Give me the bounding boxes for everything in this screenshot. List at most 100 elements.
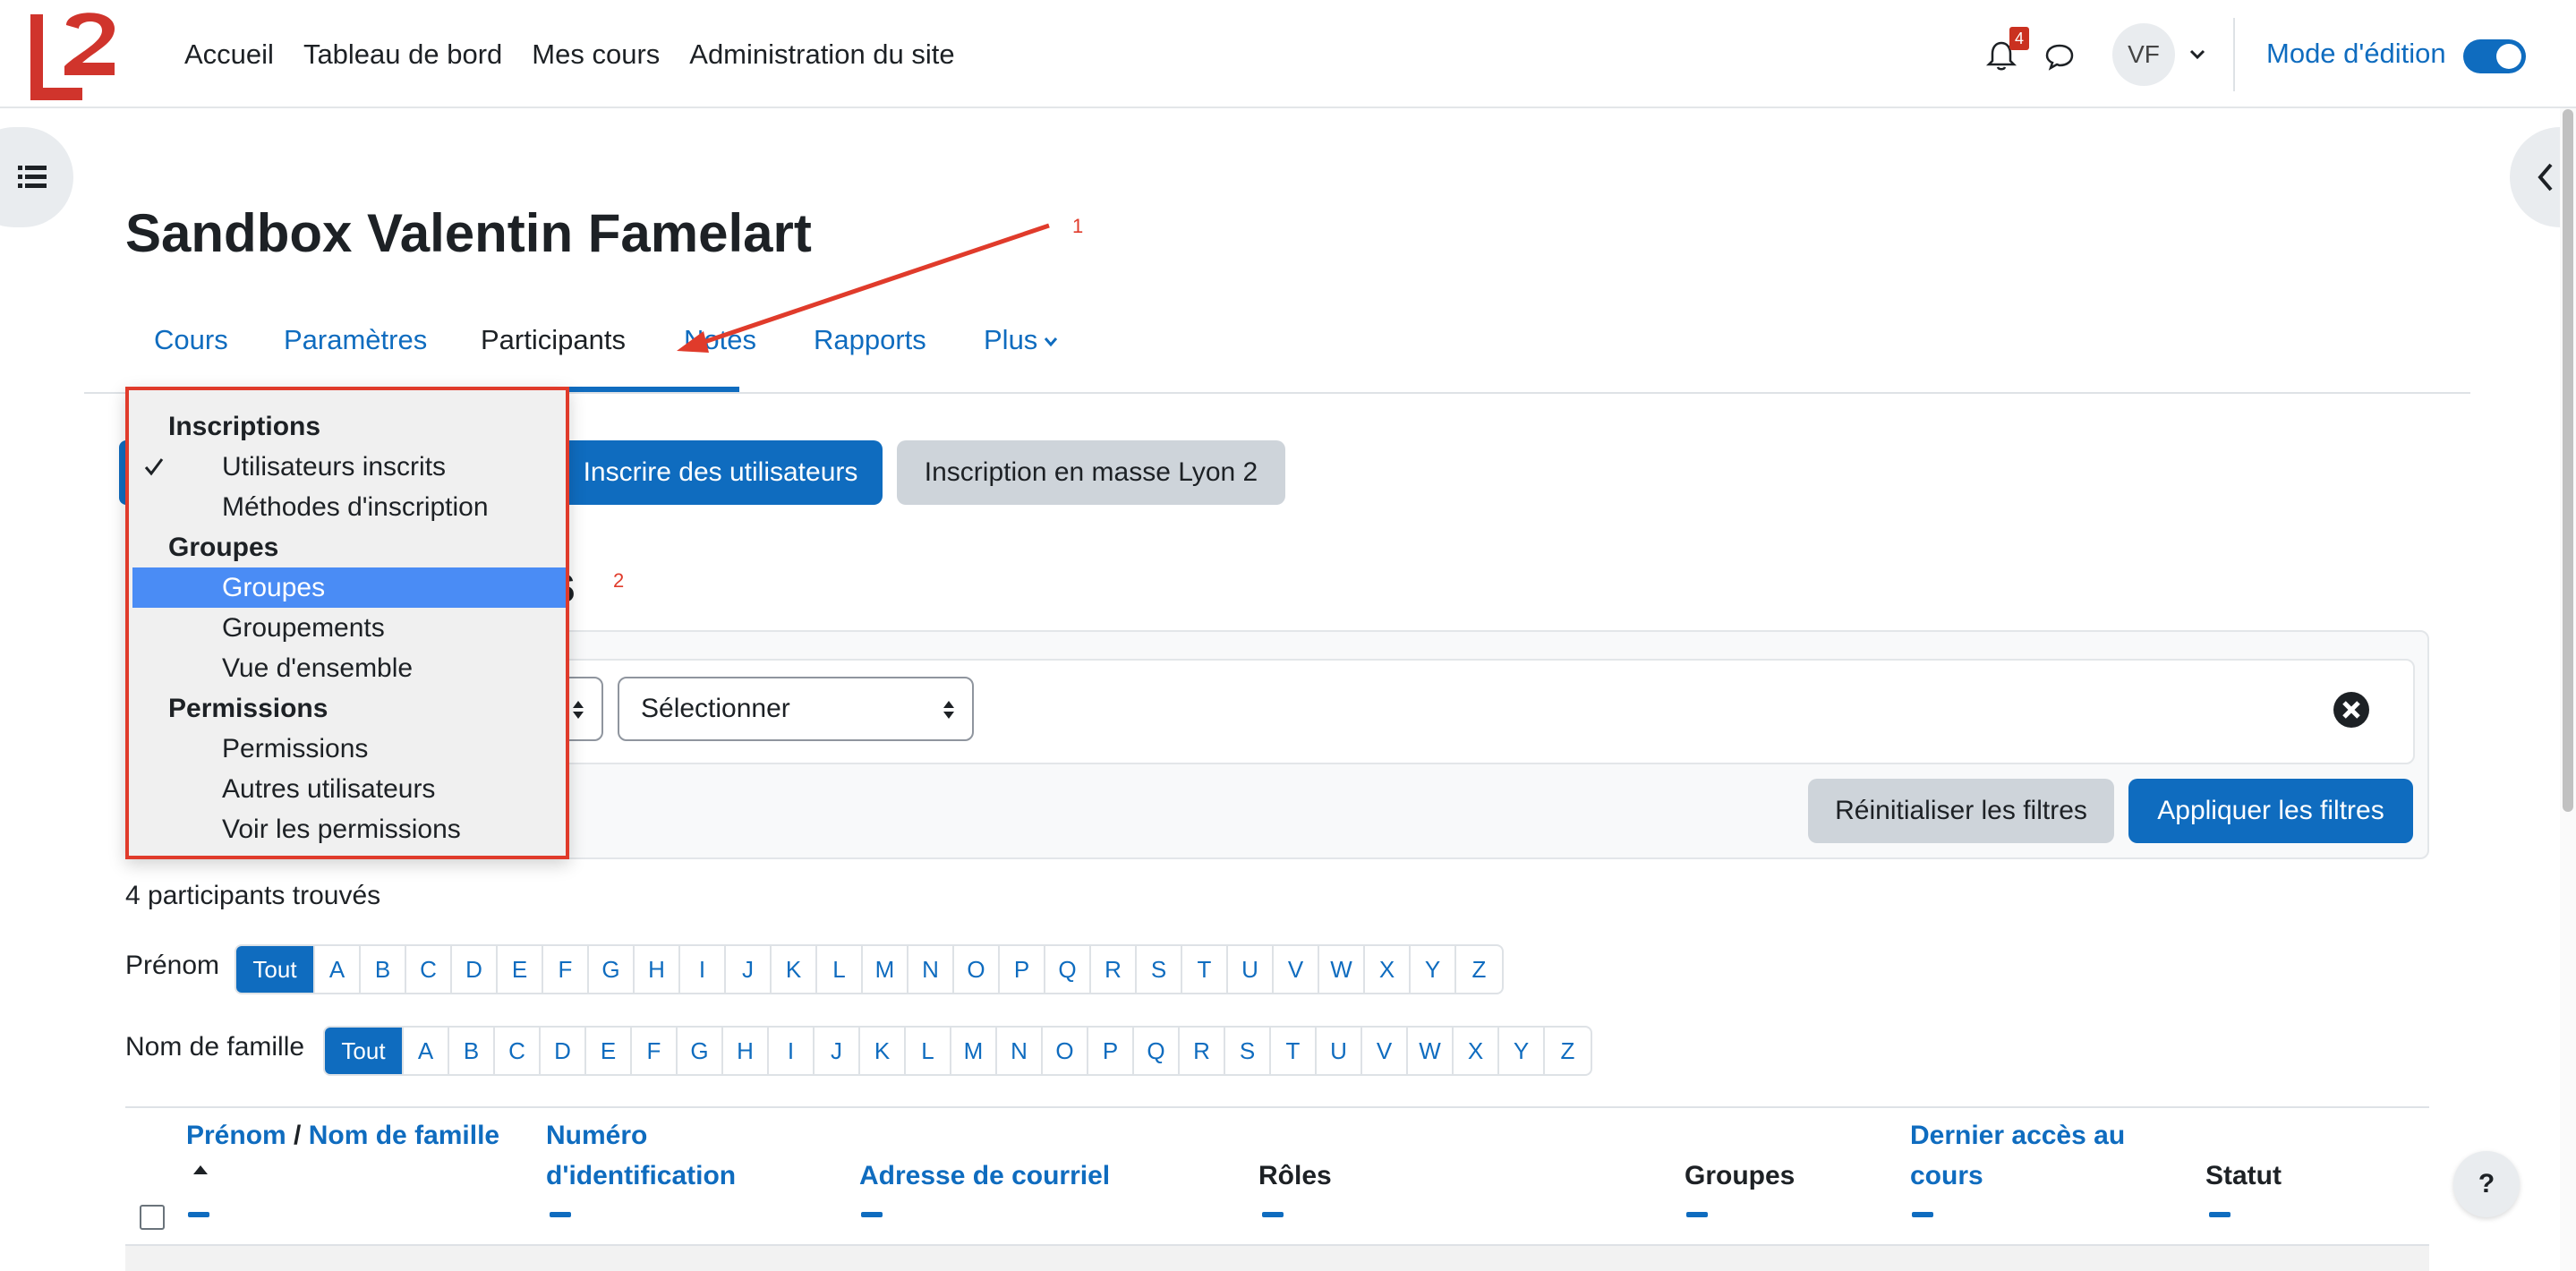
th-groups-collapse[interactable] bbox=[1686, 1212, 1708, 1217]
firstname-initial-t[interactable]: T bbox=[1182, 946, 1228, 993]
firstname-initial-g[interactable]: G bbox=[589, 946, 635, 993]
tab-rapports[interactable]: Rapports bbox=[814, 324, 926, 356]
lastname-initial-all[interactable]: Tout bbox=[325, 1028, 404, 1074]
firstname-initial-k[interactable]: K bbox=[772, 946, 817, 993]
lastname-initial-c[interactable]: C bbox=[495, 1028, 541, 1074]
dropdown-item-methodes-d-inscription[interactable]: Méthodes d'inscription bbox=[132, 487, 566, 527]
firstname-initial-o[interactable]: O bbox=[954, 946, 1000, 993]
firstname-initial-w[interactable]: W bbox=[1319, 946, 1365, 993]
lastname-initial-b[interactable]: B bbox=[449, 1028, 495, 1074]
lastname-initial-j[interactable]: J bbox=[815, 1028, 860, 1074]
tab-parametres[interactable]: Paramètres bbox=[284, 324, 427, 356]
th-last-access[interactable]: Dernier accès au cours bbox=[1910, 1115, 2125, 1196]
tab-notes[interactable]: Notes bbox=[684, 324, 756, 356]
apply-filters-button[interactable]: Appliquer les filtres bbox=[2128, 779, 2413, 843]
firstname-initial-c[interactable]: C bbox=[406, 946, 452, 993]
dropdown-item-permissions[interactable]: Permissions bbox=[132, 729, 566, 769]
firstname-initial-l[interactable]: L bbox=[817, 946, 863, 993]
lastname-initial-n[interactable]: N bbox=[997, 1028, 1043, 1074]
lastname-initial-u[interactable]: U bbox=[1317, 1028, 1362, 1074]
lastname-initial-y[interactable]: Y bbox=[1499, 1028, 1545, 1074]
lastname-initial-g[interactable]: G bbox=[678, 1028, 723, 1074]
select-all-checkbox[interactable] bbox=[140, 1205, 165, 1230]
tab-plus[interactable]: Plus bbox=[984, 324, 1059, 356]
lastname-initial-f[interactable]: F bbox=[632, 1028, 678, 1074]
firstname-initial-z[interactable]: Z bbox=[1456, 946, 1502, 993]
lastname-initial-s[interactable]: S bbox=[1225, 1028, 1271, 1074]
firstname-initial-s[interactable]: S bbox=[1137, 946, 1182, 993]
firstname-initial-p[interactable]: P bbox=[1000, 946, 1045, 993]
nav-link-administration[interactable]: Administration du site bbox=[689, 38, 954, 71]
lastname-initial-v[interactable]: V bbox=[1362, 1028, 1408, 1074]
firstname-initial-q[interactable]: Q bbox=[1045, 946, 1091, 993]
site-logo[interactable] bbox=[27, 7, 120, 100]
lastname-initial-d[interactable]: D bbox=[541, 1028, 586, 1074]
nav-link-mes-cours[interactable]: Mes cours bbox=[532, 38, 660, 71]
lastname-initial-h[interactable]: H bbox=[723, 1028, 769, 1074]
dropdown-item-voir-les-permissions[interactable]: Voir les permissions bbox=[132, 809, 566, 849]
lastname-initial-i[interactable]: I bbox=[769, 1028, 815, 1074]
tab-cours[interactable]: Cours bbox=[154, 324, 228, 356]
chevron-left-icon[interactable] bbox=[2535, 161, 2556, 193]
lastname-initial-r[interactable]: R bbox=[1180, 1028, 1225, 1074]
list-icon[interactable] bbox=[16, 163, 48, 192]
lastname-initial-o[interactable]: O bbox=[1043, 1028, 1088, 1074]
firstname-initial-d[interactable]: D bbox=[452, 946, 498, 993]
th-last-access-collapse[interactable] bbox=[1912, 1212, 1933, 1217]
reset-filters-button[interactable]: Réinitialiser les filtres bbox=[1808, 779, 2114, 843]
lastname-initial-t[interactable]: T bbox=[1271, 1028, 1317, 1074]
lastname-initial-z[interactable]: Z bbox=[1545, 1028, 1591, 1074]
help-button[interactable]: ? bbox=[2453, 1151, 2520, 1217]
nav-link-tableau-de-bord[interactable]: Tableau de bord bbox=[303, 38, 502, 71]
edit-mode-toggle[interactable] bbox=[2463, 39, 2526, 73]
chevron-down-icon[interactable] bbox=[2188, 45, 2207, 64]
firstname-initial-b[interactable]: B bbox=[361, 946, 406, 993]
firstname-initial-e[interactable]: E bbox=[498, 946, 543, 993]
th-idnumber[interactable]: Numéro d'identification bbox=[546, 1115, 736, 1196]
enrol-users-button[interactable]: Inscrire des utilisateurs bbox=[559, 440, 883, 505]
firstname-initial-all[interactable]: Tout bbox=[236, 946, 315, 993]
nav-link-accueil[interactable]: Accueil bbox=[184, 38, 274, 71]
firstname-initial-f[interactable]: F bbox=[543, 946, 589, 993]
filter-value-select[interactable]: Sélectionner bbox=[618, 677, 974, 741]
firstname-initial-i[interactable]: I bbox=[680, 946, 726, 993]
dropdown-item-groupements[interactable]: Groupements bbox=[132, 608, 566, 648]
lastname-initial-w[interactable]: W bbox=[1408, 1028, 1454, 1074]
lastname-initial-k[interactable]: K bbox=[860, 1028, 906, 1074]
firstname-initial-m[interactable]: M bbox=[863, 946, 908, 993]
firstname-initial-y[interactable]: Y bbox=[1411, 946, 1456, 993]
firstname-initial-r[interactable]: R bbox=[1091, 946, 1137, 993]
th-status-collapse[interactable] bbox=[2209, 1212, 2231, 1217]
lastname-initial-e[interactable]: E bbox=[586, 1028, 632, 1074]
lastname-initial-q[interactable]: Q bbox=[1134, 1028, 1180, 1074]
edit-mode-label[interactable]: Mode d'édition bbox=[2266, 38, 2446, 70]
th-idnumber-collapse[interactable] bbox=[550, 1212, 571, 1217]
th-email-collapse[interactable] bbox=[861, 1212, 883, 1217]
close-circle-icon[interactable] bbox=[2333, 691, 2370, 729]
th-email[interactable]: Adresse de courriel bbox=[859, 1156, 1110, 1196]
user-avatar[interactable]: VF bbox=[2112, 23, 2175, 86]
firstname-initial-j[interactable]: J bbox=[726, 946, 772, 993]
firstname-initial-a[interactable]: A bbox=[315, 946, 361, 993]
dropdown-item-autres-utilisateurs[interactable]: Autres utilisateurs bbox=[132, 769, 566, 809]
lastname-initial-a[interactable]: A bbox=[404, 1028, 449, 1074]
bulk-enrol-button[interactable]: Inscription en masse Lyon 2 bbox=[897, 440, 1285, 505]
lastname-initial-m[interactable]: M bbox=[951, 1028, 997, 1074]
lastname-initial-p[interactable]: P bbox=[1088, 1028, 1134, 1074]
firstname-initial-v[interactable]: V bbox=[1274, 946, 1319, 993]
th-name-collapse[interactable] bbox=[188, 1212, 209, 1217]
page-scrollbar-thumb[interactable] bbox=[2563, 109, 2573, 812]
chat-icon[interactable] bbox=[2043, 41, 2076, 72]
th-firstname-link[interactable]: Prénom bbox=[186, 1121, 286, 1150]
firstname-initial-u[interactable]: U bbox=[1228, 946, 1274, 993]
th-lastname-link[interactable]: Nom de famille bbox=[309, 1121, 499, 1150]
tab-participants[interactable]: Participants bbox=[481, 324, 626, 356]
dropdown-item-vue-d-ensemble[interactable]: Vue d'ensemble bbox=[132, 648, 566, 688]
lastname-initial-l[interactable]: L bbox=[906, 1028, 951, 1074]
dropdown-item-utilisateurs-inscrits[interactable]: Utilisateurs inscrits bbox=[132, 447, 566, 487]
firstname-initial-h[interactable]: H bbox=[635, 946, 680, 993]
dropdown-item-groupes[interactable]: Groupes bbox=[132, 567, 566, 608]
firstname-initial-x[interactable]: X bbox=[1365, 946, 1411, 993]
th-roles-collapse[interactable] bbox=[1262, 1212, 1284, 1217]
lastname-initial-x[interactable]: X bbox=[1454, 1028, 1499, 1074]
